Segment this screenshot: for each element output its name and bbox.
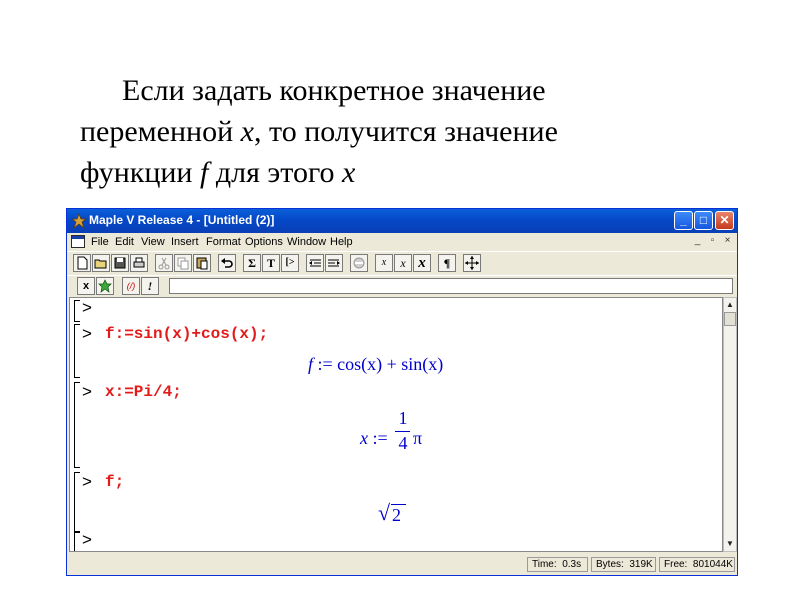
scroll-up-icon[interactable]: ▲ — [724, 298, 736, 312]
caption-var-x: x — [342, 156, 356, 189]
caption-var-x: x — [240, 115, 254, 148]
evaluate-button[interactable]: ! — [141, 277, 159, 295]
output-1: f := cos(x) + sin(x) — [308, 354, 443, 375]
print-icon[interactable] — [130, 254, 148, 272]
prompt-symbol: > — [82, 298, 92, 317]
menu-bar: File Edit View Insert Format Options Win… — [67, 233, 737, 251]
doc-restore-button[interactable]: ▫ — [706, 235, 719, 248]
worksheet[interactable]: > > f:=sin(x)+cos(x); f := cos(x) + sin(… — [69, 297, 723, 552]
output-2-numerator: 1 — [398, 408, 408, 428]
copy-icon[interactable] — [174, 254, 192, 272]
execution-group-bracket[interactable] — [74, 300, 80, 322]
menu-edit[interactable]: Edit — [115, 236, 134, 248]
text-button[interactable]: T — [262, 254, 280, 272]
paste-icon[interactable] — [193, 254, 211, 272]
outdent-icon[interactable] — [306, 254, 324, 272]
window-title: Maple V Release 4 - [Untitled (2)] — [89, 213, 275, 227]
prompt-symbol: > — [82, 324, 92, 343]
status-free-value: 801044K — [692, 559, 733, 570]
minimize-button[interactable]: _ — [674, 211, 693, 230]
output-2-denominator: 4 — [398, 433, 408, 453]
vertical-scrollbar[interactable]: ▲ ▼ — [723, 297, 737, 552]
prompt-symbol: > — [82, 530, 92, 549]
maple-window: Maple V Release 4 - [Untitled (2)] _ □ ✕… — [66, 208, 738, 576]
move-icon[interactable] — [463, 254, 481, 272]
caption-text: , то получится значение — [253, 115, 558, 148]
output-3-radicand: 2 — [392, 505, 401, 525]
insert-prompt-button[interactable]: [> — [281, 254, 299, 272]
input-line-1[interactable]: f:=sin(x)+cos(x); — [105, 325, 268, 343]
math-input-medium-button[interactable]: x — [394, 254, 412, 272]
status-bytes-label: Bytes: — [596, 559, 624, 570]
save-icon[interactable] — [111, 254, 129, 272]
doc-minimize-button[interactable]: _ — [691, 235, 704, 248]
open-folder-icon[interactable] — [92, 254, 110, 272]
output-2: x := — [360, 428, 388, 449]
context-toolbar: x (/) ! — [67, 275, 737, 298]
prompt-symbol: > — [82, 472, 92, 491]
output-1-assign: := — [313, 354, 338, 374]
scroll-thumb[interactable] — [724, 312, 736, 326]
sqrt-icon: √ — [378, 500, 391, 525]
caption-text: переменной — [80, 115, 241, 148]
new-file-icon[interactable] — [73, 254, 91, 272]
maximize-button[interactable]: □ — [694, 211, 713, 230]
menu-help[interactable]: Help — [330, 236, 353, 248]
math-input-large-button[interactable]: x — [413, 254, 431, 272]
main-toolbar: Σ T [> x x x ¶ — [67, 251, 737, 274]
output-1-rhs: cos(x) + sin(x) — [337, 354, 444, 374]
math-input-small-button[interactable]: x — [375, 254, 393, 272]
paragraph-button[interactable]: ¶ — [438, 254, 456, 272]
output-2-pi: π — [413, 428, 423, 448]
execution-group-bracket[interactable] — [74, 382, 80, 468]
close-button[interactable]: ✕ — [715, 211, 734, 230]
status-bar: Time: 0.3s Bytes: 319K Free: 801044K — [67, 555, 737, 575]
context-input[interactable] — [169, 278, 733, 294]
menu-format[interactable]: Format — [206, 236, 241, 248]
document-icon[interactable] — [71, 235, 85, 248]
status-time: Time: 0.3s — [527, 557, 588, 572]
toggle-expression-button[interactable]: (/) — [122, 277, 140, 295]
caption-text: функции — [80, 156, 200, 189]
status-bytes: Bytes: 319K — [591, 557, 656, 572]
stop-icon[interactable] — [350, 254, 368, 272]
math-mode-button[interactable]: x — [77, 277, 95, 295]
menu-insert[interactable]: Insert — [171, 236, 199, 248]
doc-close-button[interactable]: × — [721, 235, 734, 248]
status-free-label: Free: — [664, 559, 688, 570]
menu-window[interactable]: Window — [287, 236, 326, 248]
menu-file[interactable]: File — [91, 236, 109, 248]
cut-icon[interactable] — [155, 254, 173, 272]
status-bytes-value: 319K — [629, 559, 653, 570]
execution-group-bracket[interactable] — [74, 532, 80, 551]
output-2-assign: := — [368, 428, 388, 448]
caption-line-2: переменной x, то получится значение — [80, 111, 720, 152]
execution-group-bracket[interactable] — [74, 472, 80, 532]
menu-view[interactable]: View — [141, 236, 165, 248]
output-2-lhs: x — [360, 428, 368, 448]
input-line-3[interactable]: f; — [105, 473, 124, 491]
sigma-button[interactable]: Σ — [243, 254, 261, 272]
caption-line-1: Если задать конкретное значение — [122, 74, 546, 107]
prompt-symbol: > — [82, 382, 92, 401]
status-time-value: 0.3s — [562, 559, 582, 570]
caption-line-3: функции f для этого x — [80, 152, 720, 193]
fraction-bar — [395, 431, 410, 432]
indent-icon[interactable] — [325, 254, 343, 272]
caption-text: для этого — [208, 156, 343, 189]
maple-leaf-icon — [71, 213, 87, 229]
maple-leaf-button-icon[interactable] — [96, 277, 114, 295]
scroll-down-icon[interactable]: ▼ — [724, 537, 736, 551]
status-time-label: Time: — [532, 559, 557, 570]
input-line-2[interactable]: x:=Pi/4; — [105, 383, 182, 401]
undo-icon[interactable] — [218, 254, 236, 272]
slide-caption: Если задать конкретное значение переменн… — [80, 70, 720, 193]
status-free: Free: 801044K — [659, 557, 735, 572]
execution-group-bracket[interactable] — [74, 324, 80, 378]
menu-options[interactable]: Options — [245, 236, 283, 248]
title-bar[interactable]: Maple V Release 4 - [Untitled (2)] _ □ ✕ — [67, 209, 737, 233]
